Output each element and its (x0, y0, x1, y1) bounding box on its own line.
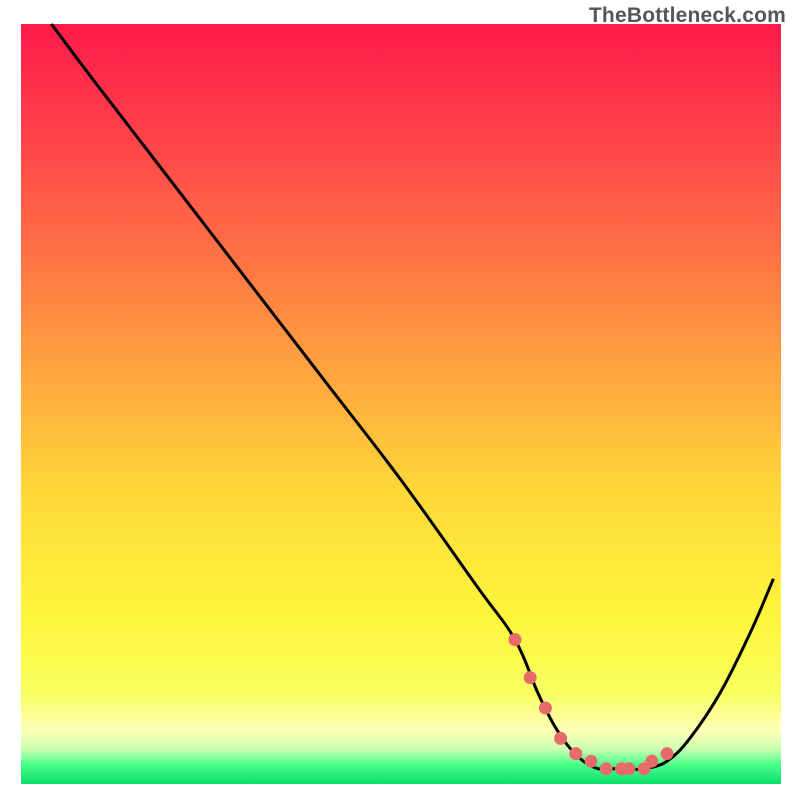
optimal-dot (645, 755, 658, 768)
optimal-dot (600, 762, 613, 775)
optimal-dot (509, 633, 522, 646)
optimal-dot (539, 702, 552, 715)
optimal-dot (524, 671, 537, 684)
optimal-dot (661, 747, 674, 760)
optimal-dot (585, 755, 598, 768)
optimal-dot (623, 762, 636, 775)
watermark-text: TheBottleneck.com (589, 4, 786, 28)
bottleneck-chart: TheBottleneck.com (0, 0, 800, 800)
optimal-dot (554, 732, 567, 745)
optimal-dot (569, 747, 582, 760)
plot-background (21, 24, 781, 784)
chart-svg (0, 0, 800, 800)
